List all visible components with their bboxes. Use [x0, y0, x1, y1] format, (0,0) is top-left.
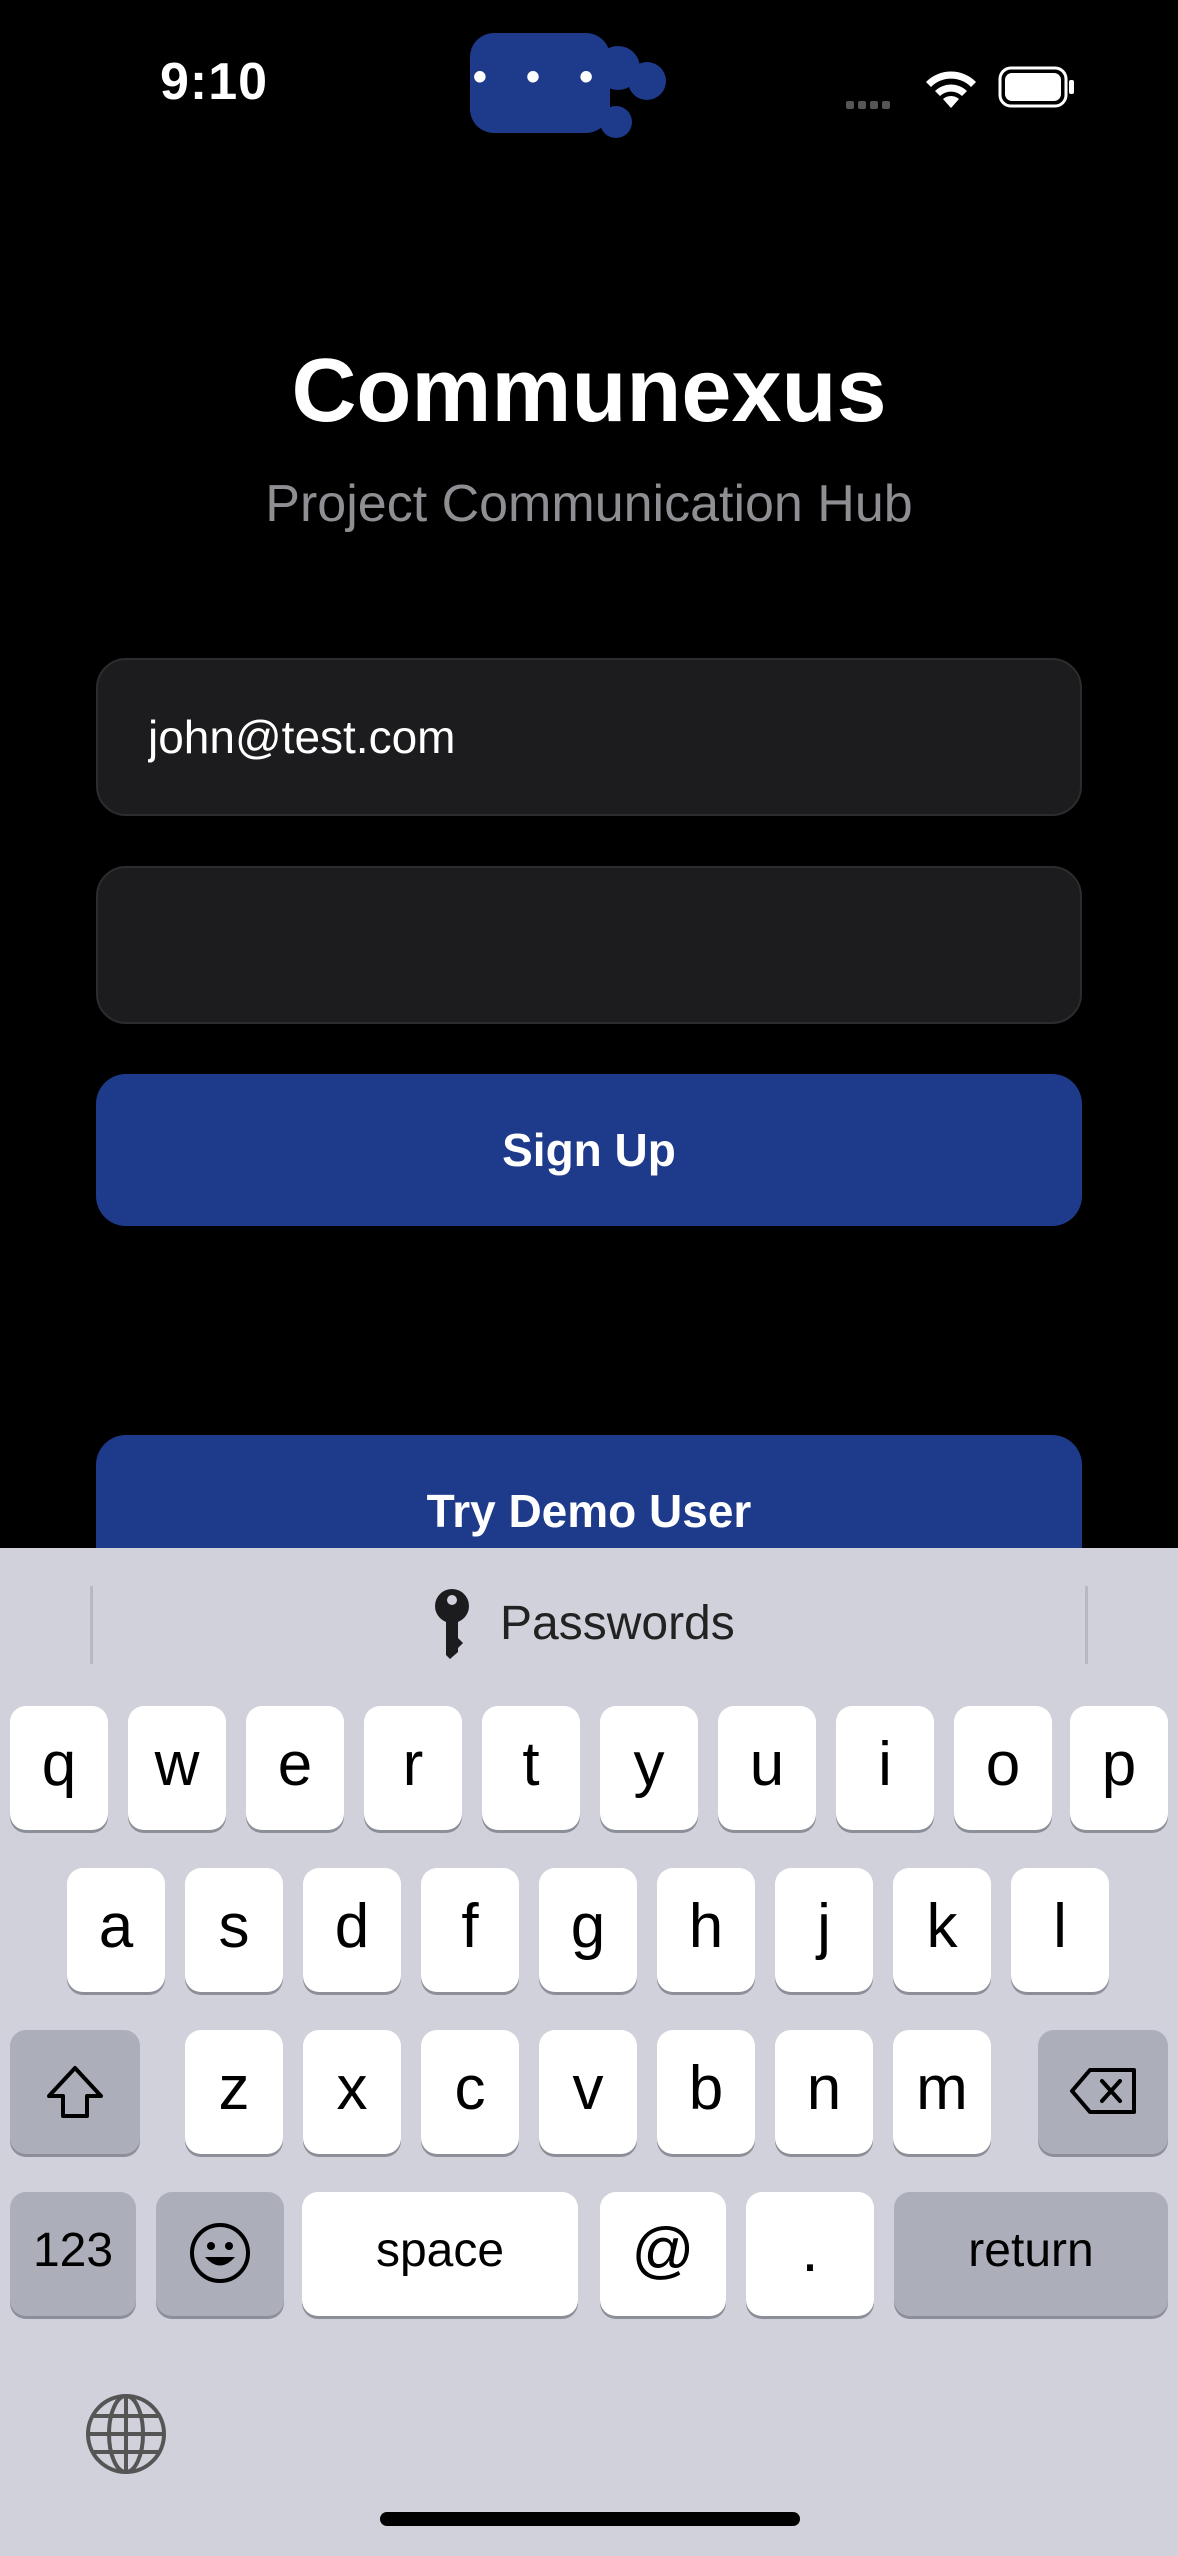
key-i[interactable]: i	[836, 1706, 934, 1830]
password-input[interactable]	[98, 868, 1080, 1022]
period-key[interactable]: .	[746, 2192, 874, 2316]
key-o[interactable]: o	[954, 1706, 1052, 1830]
key-e[interactable]: e	[246, 1706, 344, 1830]
key-c[interactable]: c	[421, 2030, 519, 2154]
key-l[interactable]: l	[1011, 1868, 1109, 1992]
shift-key[interactable]	[10, 2030, 140, 2154]
key-x[interactable]: x	[303, 2030, 401, 2154]
key-j[interactable]: j	[775, 1868, 873, 1992]
key-k[interactable]: k	[893, 1868, 991, 1992]
dynamic-island-bubble	[628, 62, 666, 100]
dynamic-island-bubble	[600, 106, 632, 138]
app-title: Communexus	[291, 341, 887, 441]
shift-icon	[47, 2066, 103, 2118]
return-key[interactable]: return	[894, 2192, 1168, 2316]
key-t[interactable]: t	[482, 1706, 580, 1830]
sign-up-button[interactable]: Sign Up	[96, 1074, 1082, 1226]
emoji-key[interactable]	[156, 2192, 284, 2316]
key-r[interactable]: r	[364, 1706, 462, 1830]
key-h[interactable]: h	[657, 1868, 755, 1992]
key-q[interactable]: q	[10, 1706, 108, 1830]
passwords-label: Passwords	[500, 1597, 735, 1650]
globe-icon[interactable]	[84, 2392, 168, 2476]
key-d[interactable]: d	[303, 1868, 401, 1992]
delete-key[interactable]	[1038, 2030, 1168, 2154]
key-g[interactable]: g	[539, 1868, 637, 1992]
space-key[interactable]: space	[302, 2192, 578, 2316]
wifi-icon	[922, 64, 980, 110]
app-subtitle: Project Communication Hub	[265, 475, 913, 533]
status-time: 9:10	[160, 53, 269, 111]
key-y[interactable]: y	[600, 1706, 698, 1830]
keyboard: Passwords q w e r t y u i o p a s d f g …	[0, 1548, 1178, 2556]
home-indicator	[380, 2512, 800, 2526]
key-b[interactable]: b	[657, 2030, 755, 2154]
numbers-key[interactable]: 123	[10, 2192, 136, 2316]
cellular-signal-icon	[846, 96, 906, 109]
battery-icon	[998, 66, 1076, 108]
email-field[interactable]	[96, 658, 1082, 816]
divider	[90, 1586, 93, 1664]
passwords-bar[interactable]: Passwords	[0, 1548, 1178, 1698]
password-field[interactable]	[96, 866, 1082, 1024]
key-icon	[430, 1588, 474, 1660]
key-u[interactable]: u	[718, 1706, 816, 1830]
key-n[interactable]: n	[775, 2030, 873, 2154]
backspace-icon	[1070, 2068, 1136, 2114]
at-key[interactable]: @	[600, 2192, 726, 2316]
key-a[interactable]: a	[67, 1868, 165, 1992]
key-m[interactable]: m	[893, 2030, 991, 2154]
key-f[interactable]: f	[421, 1868, 519, 1992]
key-z[interactable]: z	[185, 2030, 283, 2154]
key-s[interactable]: s	[185, 1868, 283, 1992]
email-input[interactable]	[98, 660, 1080, 814]
dynamic-island-dots: • • •	[472, 55, 608, 99]
key-p[interactable]: p	[1070, 1706, 1168, 1830]
key-v[interactable]: v	[539, 2030, 637, 2154]
key-w[interactable]: w	[128, 1706, 226, 1830]
emoji-icon	[190, 2223, 250, 2283]
divider	[1085, 1586, 1088, 1664]
